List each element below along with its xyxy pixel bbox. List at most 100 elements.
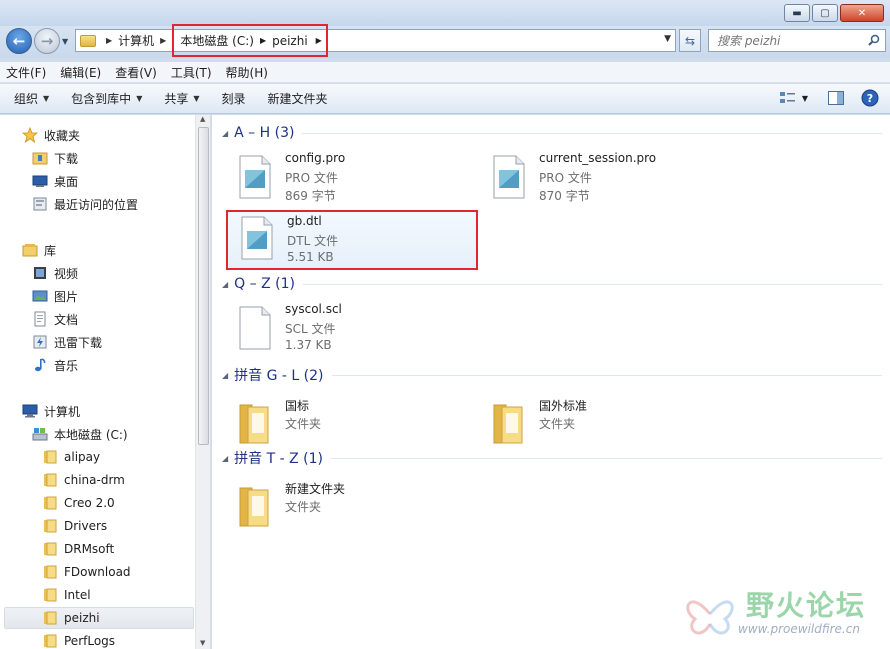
- svg-text:?: ?: [867, 92, 873, 105]
- menu-view[interactable]: 查看(V): [115, 64, 157, 81]
- menu-tools[interactable]: 工具(T): [171, 64, 212, 81]
- documents-icon: [34, 311, 46, 327]
- nav-folder-perflogs[interactable]: PerfLogs: [42, 631, 115, 649]
- nav-thunder-downloads[interactable]: 迅雷下载: [32, 332, 102, 352]
- scrollbar-thumb[interactable]: [198, 127, 209, 445]
- nav-folder-intel[interactable]: Intel: [42, 585, 91, 605]
- view-icon: [779, 92, 795, 103]
- nav-local-disk[interactable]: 本地磁盘 (C:): [32, 424, 128, 444]
- nav-folder-alipay[interactable]: alipay: [42, 447, 100, 467]
- forward-button[interactable]: →: [34, 28, 60, 54]
- nav-computer[interactable]: 计算机: [22, 401, 80, 421]
- refresh-button[interactable]: ⇆: [679, 29, 701, 52]
- scroll-up-icon[interactable]: ▲: [200, 115, 205, 123]
- nav-recent[interactable]: 最近访问的位置: [32, 194, 138, 214]
- chevron-right-icon[interactable]: ▶: [260, 36, 266, 45]
- address-history-dropdown[interactable]: ▼: [664, 34, 671, 44]
- star-icon: [22, 127, 38, 143]
- file-size: 870 字节: [539, 189, 590, 203]
- include-in-library-button[interactable]: 包含到库中 ▼: [71, 90, 142, 107]
- nav-videos[interactable]: 视频: [32, 263, 78, 283]
- menu-bar: 文件(F) 编辑(E) 查看(V) 工具(T) 帮助(H): [0, 62, 890, 83]
- nav-folder-label: china-drm: [64, 473, 125, 487]
- menu-edit[interactable]: 编辑(E): [60, 64, 101, 81]
- group-header[interactable]: ◢ 拼音 T - Z (1): [222, 448, 882, 468]
- search-input[interactable]: [717, 33, 857, 48]
- file-item[interactable]: current_session.pro PRO 文件 870 字节: [478, 151, 718, 207]
- group-header[interactable]: ◢ A – H (3): [222, 125, 882, 141]
- breadcrumb-computer[interactable]: 计算机: [118, 32, 154, 49]
- close-button[interactable]: ✕: [840, 4, 884, 22]
- menu-file[interactable]: 文件(F): [6, 64, 46, 81]
- folder-icon: [239, 487, 269, 527]
- folder-type: 文件夹: [285, 500, 322, 514]
- burn-button[interactable]: 刻录: [222, 90, 246, 107]
- view-dropdown-icon[interactable]: ▼: [802, 94, 808, 103]
- collapse-icon[interactable]: ◢: [222, 454, 228, 463]
- drive-icon: [32, 428, 48, 441]
- recent-places-icon: [33, 197, 47, 211]
- menu-help[interactable]: 帮助(H): [226, 64, 268, 81]
- nav-downloads[interactable]: 下载: [32, 148, 78, 168]
- folder-icon: [493, 404, 523, 444]
- folder-item[interactable]: 国外标准 文件夹: [478, 397, 718, 453]
- nav-folder-label: Intel: [64, 588, 91, 602]
- file-name: current_session.pro: [539, 151, 657, 165]
- change-view-button[interactable]: [778, 89, 798, 107]
- nav-desktop[interactable]: 桌面: [32, 171, 78, 191]
- nav-folder-drivers[interactable]: Drivers: [42, 516, 107, 536]
- scroll-down-icon[interactable]: ▼: [200, 639, 205, 647]
- file-item[interactable]: syscol.scl SCL 文件 1.37 KB: [224, 302, 464, 358]
- collapse-icon[interactable]: ◢: [222, 371, 228, 380]
- file-item[interactable]: config.pro PRO 文件 869 字节: [224, 151, 464, 207]
- search-icon[interactable]: [868, 34, 880, 46]
- file-document-icon: [241, 216, 273, 260]
- collapse-icon[interactable]: ◢: [222, 129, 228, 138]
- group-header[interactable]: ◢ 拼音 G - L (2): [222, 365, 882, 385]
- nav-documents-label: 文档: [54, 312, 79, 327]
- chevron-down-icon: ▼: [193, 94, 200, 103]
- nav-folder-creo[interactable]: Creo 2.0: [42, 493, 115, 513]
- nav-folder-fdownload[interactable]: FDownload: [42, 562, 131, 582]
- window-controls: ▬ ▢ ✕: [782, 4, 884, 22]
- nav-folder-drmsoft[interactable]: DRMsoft: [42, 539, 114, 559]
- file-type: PRO 文件: [285, 171, 338, 185]
- address-bar[interactable]: ▶ 计算机 ▶ 本地磁盘 (C:) ▶ peizhi ▶ ▼: [75, 24, 676, 57]
- group-title: Q – Z (1): [234, 276, 295, 292]
- search-box[interactable]: [708, 29, 886, 52]
- file-type: DTL 文件: [287, 234, 339, 248]
- nav-music[interactable]: 音乐: [32, 355, 78, 375]
- back-button[interactable]: ←: [6, 28, 32, 54]
- file-name: config.pro: [285, 151, 346, 165]
- nav-libraries[interactable]: 库: [22, 240, 56, 260]
- pictures-icon: [32, 290, 48, 302]
- nav-scrollbar[interactable]: ▲ ▼: [195, 115, 210, 649]
- nav-music-label: 音乐: [54, 358, 79, 373]
- breadcrumb-peizhi[interactable]: peizhi: [272, 34, 308, 48]
- share-button[interactable]: 共享 ▼: [164, 90, 199, 107]
- folder-type: 文件夹: [539, 417, 576, 431]
- collapse-icon[interactable]: ◢: [222, 280, 228, 289]
- chevron-down-icon: ▼: [136, 94, 143, 103]
- folder-item[interactable]: 新建文件夹 文件夹: [224, 480, 464, 536]
- nav-folder-china-drm[interactable]: china-drm: [42, 470, 125, 490]
- maximize-button[interactable]: ▢: [812, 4, 838, 22]
- organize-button[interactable]: 组织 ▼: [14, 90, 49, 107]
- nav-documents[interactable]: 文档: [32, 309, 78, 329]
- nav-favorites[interactable]: 收藏夹: [22, 125, 80, 145]
- recent-pages-dropdown[interactable]: ▼: [62, 37, 68, 46]
- new-folder-button[interactable]: 新建文件夹: [268, 90, 328, 107]
- nav-folder-peizhi[interactable]: peizhi: [42, 608, 100, 628]
- breadcrumb-local-disk[interactable]: 本地磁盘 (C:): [180, 32, 254, 49]
- folder-item[interactable]: 国标 文件夹: [224, 397, 464, 453]
- minimize-button[interactable]: ▬: [784, 4, 810, 22]
- group-header[interactable]: ◢ Q – Z (1): [222, 276, 882, 292]
- chevron-right-icon[interactable]: ▶: [106, 36, 112, 45]
- nav-pictures[interactable]: 图片: [32, 286, 78, 306]
- help-button[interactable]: ?: [860, 89, 880, 107]
- file-item-selected[interactable]: gb.dtl DTL 文件 5.51 KB: [226, 210, 478, 270]
- preview-pane-button[interactable]: [826, 89, 846, 107]
- chevron-right-icon[interactable]: ▶: [160, 36, 166, 45]
- nav-desktop-label: 桌面: [54, 174, 79, 189]
- chevron-right-icon[interactable]: ▶: [316, 36, 322, 45]
